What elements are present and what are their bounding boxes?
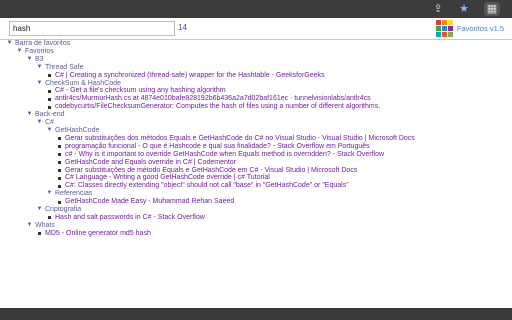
- bookmark-item[interactable]: antlr4cs/MurmurHash.cs at 4874e010bafe82…: [48, 95, 512, 103]
- bookmark-item[interactable]: GetHashCode Made Easy - Muhammad Rehan S…: [58, 198, 512, 206]
- collapse-toggle[interactable]: ▼: [46, 190, 53, 198]
- folder-thread-safe[interactable]: Thread Safe: [45, 64, 84, 72]
- bookmark-tree: ▼ Barra de favoritos ▼ Favoritos ▼ B3 ▼ Thre…: [0, 40, 512, 238]
- bookmark-item[interactable]: C# - Get a file's checksum using any has…: [48, 87, 512, 95]
- bullet-icon: [58, 176, 61, 180]
- bullet-icon: [48, 74, 51, 78]
- bullet-icon: [58, 145, 61, 149]
- bookmark-item[interactable]: programação funcional - O que é Hashcode…: [58, 143, 512, 151]
- bookmark-item[interactable]: GetHashCode and Equals override in C# | …: [58, 159, 512, 167]
- bullet-icon: [58, 137, 61, 141]
- bullet-icon: [48, 97, 51, 101]
- bookmark-item[interactable]: C# | Creating a synchronized (thread-saf…: [48, 72, 512, 80]
- share-icon[interactable]: ⇪: [430, 2, 446, 16]
- logo-tile: [447, 31, 453, 37]
- collapse-toggle[interactable]: ▼: [46, 127, 53, 135]
- browser-background: [0, 308, 512, 320]
- bullet-icon: [58, 161, 61, 165]
- bookmark-link[interactable]: MD5 - Online generator md5 hash: [45, 230, 151, 238]
- bookmark-item[interactable]: Gerar substituições dos métodos Equals e…: [58, 135, 512, 143]
- folder-criptografia[interactable]: Criptografia: [45, 206, 81, 214]
- logo-tile: [441, 25, 447, 31]
- folder-checksum-hashcode[interactable]: CheckSum & HashCode: [45, 80, 121, 88]
- folder-gethashcode[interactable]: GetHashCode: [55, 127, 99, 135]
- logo-tile: [435, 25, 441, 31]
- folder-back-end[interactable]: Back-end: [35, 111, 65, 119]
- bookmark-link[interactable]: Gerar substituições dos métodos Equals e…: [65, 135, 415, 143]
- folder-referencias[interactable]: Referencias: [55, 190, 92, 198]
- bookmark-item[interactable]: MD5 - Online generator md5 hash: [38, 230, 512, 238]
- bookmark-item[interactable]: C#: Classes directly extending "object" …: [58, 182, 512, 190]
- folder-b3[interactable]: B3: [35, 56, 44, 64]
- bookmark-link[interactable]: C# | Creating a synchronized (thread-saf…: [55, 72, 325, 80]
- bookmark-link[interactable]: C# Language - Writing a good GetHashCode…: [65, 174, 270, 182]
- bookmark-item[interactable]: Hash and salt passwords in C# - Stack Ov…: [48, 214, 512, 222]
- bookmark-link[interactable]: C# - Get a file's checksum using any has…: [55, 87, 226, 95]
- collapse-toggle[interactable]: ▼: [36, 80, 43, 88]
- favoritos-popup: 14 Favoritos v1.5 ▼Barra de favoritos ▼F…: [0, 18, 512, 308]
- bookmark-link[interactable]: Gerar substituições de método Equals e G…: [65, 167, 357, 175]
- collapse-toggle[interactable]: ▼: [26, 111, 33, 119]
- folder-whats[interactable]: Whats: [35, 222, 55, 230]
- bookmark-item[interactable]: c# - Why is it important to override Get…: [58, 151, 512, 159]
- collapse-toggle[interactable]: ▼: [6, 40, 13, 48]
- bullet-icon: [58, 168, 61, 172]
- bullet-icon: [58, 200, 61, 204]
- bullet-icon: [58, 184, 61, 188]
- bullet-icon: [48, 89, 51, 93]
- bullet-icon: [48, 105, 51, 109]
- bookmark-link[interactable]: Hash and salt passwords in C# - Stack Ov…: [55, 214, 205, 222]
- app-name: Favoritos v1.5: [456, 23, 504, 33]
- collapse-toggle[interactable]: ▼: [36, 119, 43, 127]
- star-icon[interactable]: ★: [456, 2, 472, 16]
- bookmark-item[interactable]: codebycurtis/FileChecksumGenerator: Comp…: [48, 103, 512, 111]
- bookmark-link[interactable]: C#: Classes directly extending "object" …: [65, 182, 349, 190]
- search-input[interactable]: [9, 21, 175, 36]
- app-brand: Favoritos v1.5: [435, 19, 504, 37]
- bookmark-item[interactable]: Gerar substituições de método Equals e G…: [58, 167, 512, 175]
- folder-barra-de-favoritos[interactable]: Barra de favoritos: [15, 40, 70, 48]
- logo-tile: [441, 31, 447, 37]
- collapse-toggle[interactable]: ▼: [36, 206, 43, 214]
- bookmark-link[interactable]: programação funcional - O que é Hashcode…: [65, 143, 370, 151]
- bullet-icon: [58, 153, 61, 157]
- app-logo-icon: [435, 19, 453, 37]
- extension-icon[interactable]: ▦: [484, 2, 500, 16]
- folder-favoritos[interactable]: Favoritos: [25, 48, 54, 56]
- logo-tile: [435, 31, 441, 37]
- browser-toolbar: ⇪ ★ ▦: [0, 0, 512, 18]
- bookmark-link[interactable]: c# - Why is it important to override Get…: [65, 151, 384, 159]
- bookmark-item[interactable]: C# Language - Writing a good GetHashCode…: [58, 174, 512, 182]
- bullet-icon: [48, 216, 51, 220]
- result-count: 14: [178, 23, 187, 32]
- bullet-icon: [38, 232, 41, 236]
- logo-tile: [447, 25, 453, 31]
- bookmark-link[interactable]: codebycurtis/FileChecksumGenerator: Comp…: [55, 103, 380, 111]
- collapse-toggle[interactable]: ▼: [16, 48, 23, 56]
- collapse-toggle[interactable]: ▼: [26, 222, 33, 230]
- folder-csharp[interactable]: C#: [45, 119, 54, 127]
- bookmark-link[interactable]: GetHashCode Made Easy - Muhammad Rehan S…: [65, 198, 234, 206]
- bookmark-link[interactable]: GetHashCode and Equals override in C# | …: [65, 159, 236, 167]
- logo-tile: [447, 19, 453, 25]
- logo-tile: [441, 19, 447, 25]
- collapse-toggle[interactable]: ▼: [36, 64, 43, 72]
- logo-tile: [435, 19, 441, 25]
- bookmark-link[interactable]: antlr4cs/MurmurHash.cs at 4874e010bafe82…: [55, 95, 371, 103]
- collapse-toggle[interactable]: ▼: [26, 56, 33, 64]
